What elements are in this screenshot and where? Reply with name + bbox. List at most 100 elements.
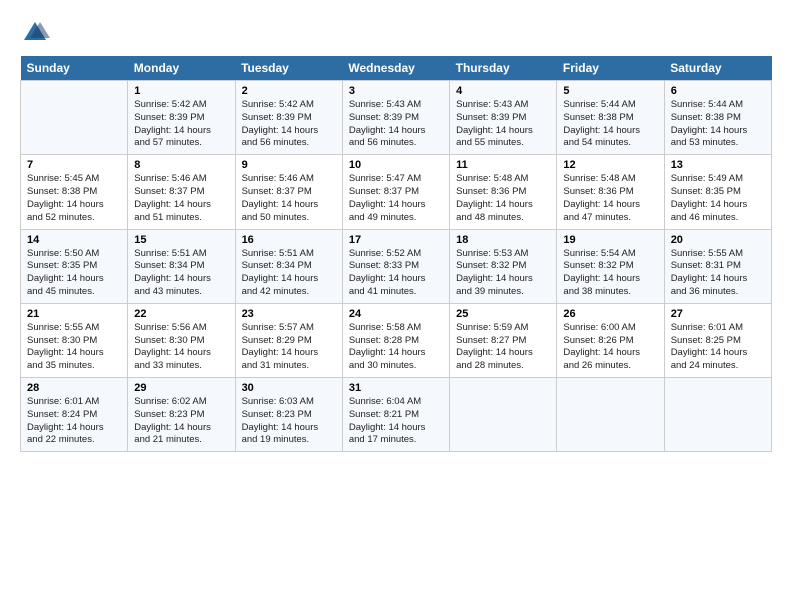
day-number: 27: [671, 308, 765, 320]
day-number: 25: [456, 308, 550, 320]
day-info: Sunrise: 5:44 AM Sunset: 8:38 PM Dayligh…: [671, 99, 765, 150]
calendar-cell: 28Sunrise: 6:01 AM Sunset: 8:24 PM Dayli…: [21, 378, 128, 452]
calendar-cell: 2Sunrise: 5:42 AM Sunset: 8:39 PM Daylig…: [235, 81, 342, 155]
day-info: Sunrise: 5:48 AM Sunset: 8:36 PM Dayligh…: [456, 173, 550, 224]
day-info: Sunrise: 5:42 AM Sunset: 8:39 PM Dayligh…: [134, 99, 228, 150]
day-info: Sunrise: 5:52 AM Sunset: 8:33 PM Dayligh…: [349, 248, 443, 299]
day-info: Sunrise: 5:43 AM Sunset: 8:39 PM Dayligh…: [349, 99, 443, 150]
day-info: Sunrise: 5:56 AM Sunset: 8:30 PM Dayligh…: [134, 322, 228, 373]
calendar-cell: 6 Sunrise: 5:44 AM Sunset: 8:38 PM Daylig…: [664, 81, 771, 155]
day-number: 21: [27, 308, 121, 320]
day-info: Sunrise: 6:03 AM Sunset: 8:23 PM Dayligh…: [242, 396, 336, 447]
day-number: 18: [456, 234, 550, 246]
day-header-wednesday: Wednesday: [342, 56, 449, 81]
calendar-cell: 16Sunrise: 5:51 AM Sunset: 8:34 PM Dayli…: [235, 229, 342, 303]
day-info: Sunrise: 5:59 AM Sunset: 8:27 PM Dayligh…: [456, 322, 550, 373]
calendar-cell: 26 Sunrise: 6:00 AM Sunset: 8:26 PM Dayli…: [557, 303, 664, 377]
week-row-4: 21 Sunrise: 5:55 AM Sunset: 8:30 PM Dayli…: [21, 303, 772, 377]
logo-icon: [20, 18, 50, 48]
calendar-cell: 7 Sunrise: 5:45 AM Sunset: 8:38 PM Daylig…: [21, 155, 128, 229]
day-number: 17: [349, 234, 443, 246]
day-number: 26: [563, 308, 657, 320]
day-number: 19: [563, 234, 657, 246]
calendar-cell: 9 Sunrise: 5:46 AM Sunset: 8:37 PM Daylig…: [235, 155, 342, 229]
week-row-3: 14Sunrise: 5:50 AM Sunset: 8:35 PM Dayli…: [21, 229, 772, 303]
logo: [20, 18, 54, 48]
calendar-cell: 11 Sunrise: 5:48 AM Sunset: 8:36 PM Dayli…: [450, 155, 557, 229]
calendar-cell: 19Sunrise: 5:54 AM Sunset: 8:32 PM Dayli…: [557, 229, 664, 303]
calendar-cell: 17 Sunrise: 5:52 AM Sunset: 8:33 PM Dayli…: [342, 229, 449, 303]
day-number: 28: [27, 382, 121, 394]
day-info: Sunrise: 5:44 AM Sunset: 8:38 PM Dayligh…: [563, 99, 657, 150]
calendar-cell: 21 Sunrise: 5:55 AM Sunset: 8:30 PM Dayli…: [21, 303, 128, 377]
day-header-sunday: Sunday: [21, 56, 128, 81]
day-info: Sunrise: 6:04 AM Sunset: 8:21 PM Dayligh…: [349, 396, 443, 447]
calendar-cell: 12 Sunrise: 5:48 AM Sunset: 8:36 PM Dayli…: [557, 155, 664, 229]
calendar-cell: 30 Sunrise: 6:03 AM Sunset: 8:23 PM Dayli…: [235, 378, 342, 452]
day-header-tuesday: Tuesday: [235, 56, 342, 81]
calendar-cell: [664, 378, 771, 452]
calendar-cell: [450, 378, 557, 452]
calendar-cell: 8 Sunrise: 5:46 AM Sunset: 8:37 PM Daylig…: [128, 155, 235, 229]
day-number: 11: [456, 159, 550, 171]
calendar-cell: 20 Sunrise: 5:55 AM Sunset: 8:31 PM Dayli…: [664, 229, 771, 303]
day-info: Sunrise: 5:58 AM Sunset: 8:28 PM Dayligh…: [349, 322, 443, 373]
day-info: Sunrise: 5:53 AM Sunset: 8:32 PM Dayligh…: [456, 248, 550, 299]
day-info: Sunrise: 5:55 AM Sunset: 8:31 PM Dayligh…: [671, 248, 765, 299]
calendar-table: SundayMondayTuesdayWednesdayThursdayFrid…: [20, 56, 772, 452]
day-info: Sunrise: 5:48 AM Sunset: 8:36 PM Dayligh…: [563, 173, 657, 224]
day-number: 20: [671, 234, 765, 246]
calendar-cell: 25 Sunrise: 5:59 AM Sunset: 8:27 PM Dayli…: [450, 303, 557, 377]
week-row-5: 28Sunrise: 6:01 AM Sunset: 8:24 PM Dayli…: [21, 378, 772, 452]
day-header-thursday: Thursday: [450, 56, 557, 81]
day-number: 31: [349, 382, 443, 394]
day-number: 9: [242, 159, 336, 171]
day-info: Sunrise: 5:49 AM Sunset: 8:35 PM Dayligh…: [671, 173, 765, 224]
day-info: Sunrise: 5:45 AM Sunset: 8:38 PM Dayligh…: [27, 173, 121, 224]
calendar-cell: 22 Sunrise: 5:56 AM Sunset: 8:30 PM Dayli…: [128, 303, 235, 377]
day-number: 24: [349, 308, 443, 320]
calendar-cell: [21, 81, 128, 155]
week-row-2: 7 Sunrise: 5:45 AM Sunset: 8:38 PM Daylig…: [21, 155, 772, 229]
calendar-cell: 4Sunrise: 5:43 AM Sunset: 8:39 PM Daylig…: [450, 81, 557, 155]
calendar-cell: 10Sunrise: 5:47 AM Sunset: 8:37 PM Dayli…: [342, 155, 449, 229]
calendar-cell: 13Sunrise: 5:49 AM Sunset: 8:35 PM Dayli…: [664, 155, 771, 229]
day-info: Sunrise: 5:46 AM Sunset: 8:37 PM Dayligh…: [134, 173, 228, 224]
calendar-cell: 15 Sunrise: 5:51 AM Sunset: 8:34 PM Dayli…: [128, 229, 235, 303]
day-number: 2: [242, 85, 336, 97]
day-number: 30: [242, 382, 336, 394]
day-header-saturday: Saturday: [664, 56, 771, 81]
day-number: 3: [349, 85, 443, 97]
calendar-cell: 3 Sunrise: 5:43 AM Sunset: 8:39 PM Daylig…: [342, 81, 449, 155]
day-number: 15: [134, 234, 228, 246]
day-number: 12: [563, 159, 657, 171]
day-info: Sunrise: 5:47 AM Sunset: 8:37 PM Dayligh…: [349, 173, 443, 224]
calendar-cell: 31 Sunrise: 6:04 AM Sunset: 8:21 PM Dayli…: [342, 378, 449, 452]
day-number: 7: [27, 159, 121, 171]
day-info: Sunrise: 5:57 AM Sunset: 8:29 PM Dayligh…: [242, 322, 336, 373]
day-info: Sunrise: 6:01 AM Sunset: 8:25 PM Dayligh…: [671, 322, 765, 373]
day-number: 5: [563, 85, 657, 97]
calendar-cell: 5 Sunrise: 5:44 AM Sunset: 8:38 PM Daylig…: [557, 81, 664, 155]
day-info: Sunrise: 5:51 AM Sunset: 8:34 PM Dayligh…: [134, 248, 228, 299]
day-number: 22: [134, 308, 228, 320]
day-number: 4: [456, 85, 550, 97]
day-number: 6: [671, 85, 765, 97]
calendar-cell: 14Sunrise: 5:50 AM Sunset: 8:35 PM Dayli…: [21, 229, 128, 303]
day-info: Sunrise: 6:00 AM Sunset: 8:26 PM Dayligh…: [563, 322, 657, 373]
day-info: Sunrise: 5:55 AM Sunset: 8:30 PM Dayligh…: [27, 322, 121, 373]
calendar-cell: 1 Sunrise: 5:42 AM Sunset: 8:39 PM Daylig…: [128, 81, 235, 155]
calendar-cell: 18 Sunrise: 5:53 AM Sunset: 8:32 PM Dayli…: [450, 229, 557, 303]
header: [20, 18, 772, 48]
page: SundayMondayTuesdayWednesdayThursdayFrid…: [0, 0, 792, 612]
day-number: 1: [134, 85, 228, 97]
day-header-monday: Monday: [128, 56, 235, 81]
day-info: Sunrise: 5:46 AM Sunset: 8:37 PM Dayligh…: [242, 173, 336, 224]
day-number: 23: [242, 308, 336, 320]
day-info: Sunrise: 6:02 AM Sunset: 8:23 PM Dayligh…: [134, 396, 228, 447]
week-row-1: 1 Sunrise: 5:42 AM Sunset: 8:39 PM Daylig…: [21, 81, 772, 155]
day-number: 29: [134, 382, 228, 394]
day-info: Sunrise: 5:51 AM Sunset: 8:34 PM Dayligh…: [242, 248, 336, 299]
day-header-friday: Friday: [557, 56, 664, 81]
day-number: 8: [134, 159, 228, 171]
